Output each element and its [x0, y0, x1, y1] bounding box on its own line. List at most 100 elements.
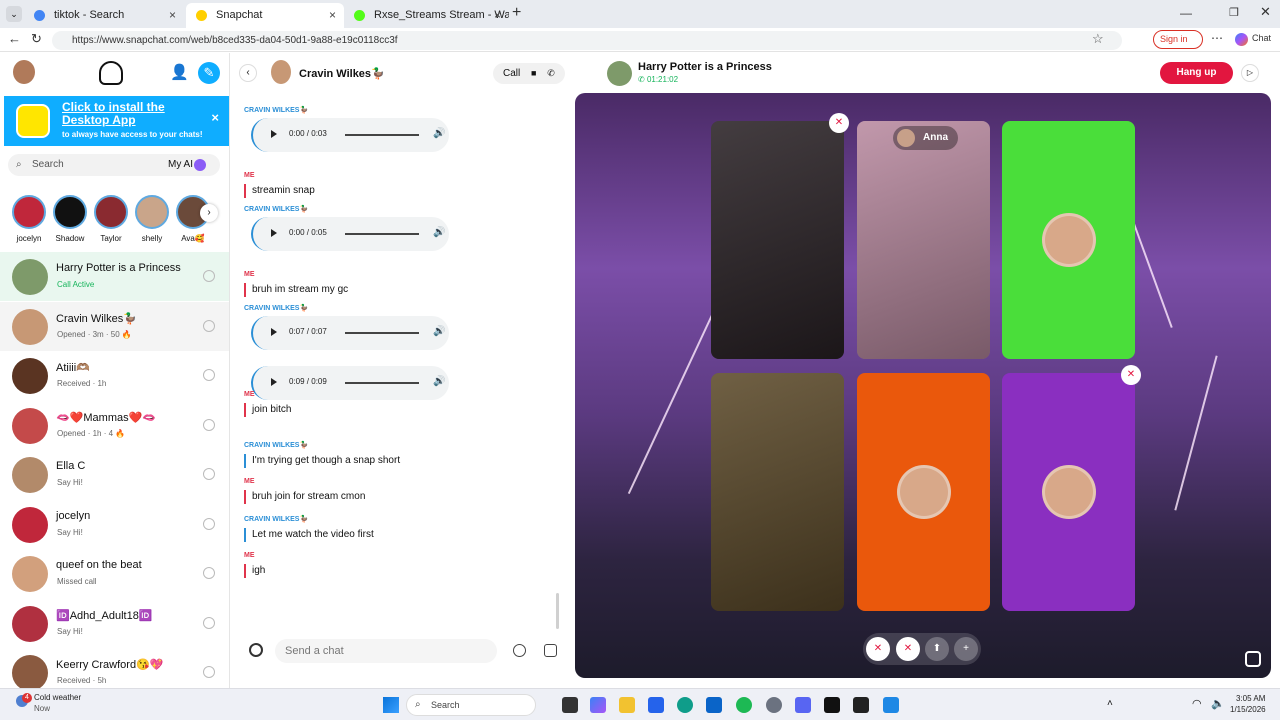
widgets-icon[interactable] — [562, 697, 578, 713]
copilot-taskbar-icon[interactable] — [590, 697, 606, 713]
copilot-chat-button[interactable]: Chat — [1252, 33, 1271, 43]
participant-avatar-tile[interactable] — [1002, 121, 1135, 359]
store-icon[interactable] — [648, 697, 664, 713]
conversation-row[interactable]: Ella C Say Hi! — [0, 450, 229, 499]
emoji-icon[interactable] — [513, 644, 526, 657]
install-app-banner[interactable]: Click to install the Desktop App to alwa… — [4, 96, 229, 146]
participant-avatar-tile[interactable] — [857, 373, 990, 611]
sign-in-button[interactable]: Sign in — [1153, 30, 1203, 49]
new-chat-button[interactable]: ✎ — [198, 62, 220, 84]
conversation-row[interactable]: 🆔Adhd_Adult18🆔 Say Hi! — [0, 599, 229, 648]
participant-video-tile[interactable] — [711, 121, 844, 359]
mic-off-button[interactable]: ✕ — [896, 637, 920, 661]
quick-snap-camera-icon[interactable] — [203, 567, 215, 579]
reload-icon[interactable]: ↻ — [31, 31, 42, 47]
audio-message[interactable]: 0:00 / 0:05 🔊 — [251, 217, 449, 251]
favorite-star-icon[interactable]: ☆ — [1092, 31, 1104, 47]
quick-snap-camera-icon[interactable] — [203, 468, 215, 480]
tab-close-icon[interactable]: × — [169, 3, 176, 28]
quick-snap-camera-icon[interactable] — [203, 319, 215, 332]
collapse-call-icon[interactable]: ▷ — [1241, 64, 1259, 82]
spotify-icon[interactable] — [736, 697, 752, 713]
tab-close-icon[interactable]: × — [494, 3, 501, 28]
conversation-row[interactable]: jocelyn Say Hi! — [0, 500, 229, 549]
chat-back-icon[interactable]: ‹ — [239, 64, 257, 82]
wifi-icon[interactable]: ◠ — [1192, 697, 1202, 710]
new-tab-button[interactable]: + — [512, 4, 521, 22]
fullscreen-icon[interactable] — [1245, 651, 1261, 667]
clock-date[interactable]: 1/15/2026 — [1230, 705, 1266, 714]
url-field[interactable]: https://www.snapchat.com/web/b8ced335-da… — [52, 31, 1122, 50]
story-item[interactable]: Taylor — [94, 195, 128, 243]
voice-call-icon[interactable]: ✆ — [547, 68, 555, 78]
tiktok-icon[interactable] — [824, 697, 840, 713]
back-icon[interactable]: ← — [8, 31, 21, 46]
install-app-link[interactable]: Click to install the Desktop App — [62, 101, 202, 127]
conversation-row[interactable]: Harry Potter is a Princess Call Active — [0, 252, 229, 301]
quick-snap-camera-icon[interactable] — [203, 418, 215, 431]
edge-icon[interactable] — [677, 697, 693, 713]
chat-input[interactable]: Send a chat — [275, 639, 497, 663]
my-ai-button[interactable]: My AI — [168, 154, 193, 176]
camera-icon[interactable] — [249, 643, 263, 657]
hang-up-button[interactable]: Hang up — [1160, 62, 1233, 84]
participant-video-tile[interactable] — [711, 373, 844, 611]
story-item[interactable]: Shadow — [53, 195, 87, 243]
browser-tab[interactable]: Snapchat × — [186, 3, 344, 28]
taskbar-search[interactable]: ⌕ Search — [406, 694, 536, 716]
search-input[interactable]: ⌕ Search My AI — [8, 154, 220, 176]
close-window-icon[interactable]: ✕ — [1260, 4, 1271, 20]
audio-play-icon[interactable] — [271, 328, 277, 336]
tab-list-button[interactable]: ⌄ — [6, 6, 22, 22]
discord-icon[interactable] — [795, 697, 811, 713]
audio-volume-icon[interactable]: 🔊 — [433, 128, 445, 139]
audio-progress-bar[interactable] — [345, 134, 419, 136]
participant-video-tile[interactable] — [857, 121, 990, 359]
video-call-icon[interactable]: ■ — [531, 68, 536, 78]
banner-close-icon[interactable]: × — [211, 110, 219, 125]
stories-next-icon[interactable]: › — [200, 204, 218, 222]
audio-volume-icon[interactable]: 🔊 — [433, 227, 445, 238]
conversation-row[interactable]: Atiiii🫶🏽 Received · 1h — [0, 351, 229, 400]
restore-icon[interactable]: ❐ — [1229, 6, 1239, 19]
add-participant-button[interactable]: + — [954, 637, 978, 661]
tray-chevron-icon[interactable]: ˄ — [1107, 698, 1113, 709]
audio-play-icon[interactable] — [271, 378, 277, 386]
quick-snap-camera-icon[interactable] — [203, 616, 215, 629]
app-icon[interactable] — [883, 697, 899, 713]
audio-message[interactable]: 0:07 / 0:07 🔊 — [251, 316, 449, 350]
add-friend-icon[interactable]: 👤 — [170, 63, 189, 81]
browser-menu-icon[interactable]: ⋯ — [1211, 31, 1223, 45]
settings-icon[interactable] — [766, 697, 782, 713]
participant-avatar-tile[interactable] — [1002, 373, 1135, 611]
audio-progress-bar[interactable] — [345, 332, 419, 334]
audio-play-icon[interactable] — [271, 130, 277, 138]
file-explorer-icon[interactable] — [619, 697, 635, 713]
audio-volume-icon[interactable]: 🔊 — [433, 376, 445, 387]
weather-widget[interactable]: 4 Cold weather Now — [12, 693, 112, 717]
tab-close-icon[interactable]: × — [329, 3, 336, 28]
browser-tab[interactable]: tiktok - Search × — [24, 3, 184, 28]
camera-off-button[interactable]: ✕ — [866, 637, 890, 661]
call-button[interactable]: Call ■ ✆ — [493, 63, 565, 84]
clock-time[interactable]: 3:05 AM — [1236, 694, 1265, 703]
app-icon[interactable] — [853, 697, 869, 713]
profile-avatar[interactable] — [13, 60, 35, 84]
conversation-row[interactable]: queef on the beat Missed call — [0, 549, 229, 598]
quick-snap-camera-icon[interactable] — [203, 666, 215, 678]
minimize-icon[interactable]: — — [1180, 6, 1192, 20]
start-button[interactable] — [383, 697, 399, 713]
sticker-icon[interactable] — [544, 644, 557, 657]
scrollbar-thumb[interactable] — [556, 593, 559, 629]
conversation-row[interactable]: 🫦❤️Mammas❤️🫦 Opened · 1h · 4 🔥 — [0, 401, 229, 450]
volume-icon[interactable]: 🔈 — [1211, 697, 1225, 710]
share-screen-button[interactable]: ⬆ — [925, 637, 949, 661]
quick-snap-camera-icon[interactable] — [203, 517, 215, 530]
quick-snap-camera-icon[interactable] — [203, 270, 215, 282]
audio-play-icon[interactable] — [271, 229, 277, 237]
story-item[interactable]: jocelyn — [12, 195, 46, 243]
audio-message[interactable]: 0:00 / 0:03 🔊 — [251, 118, 449, 152]
audio-progress-bar[interactable] — [345, 382, 419, 384]
audio-volume-icon[interactable]: 🔊 — [433, 326, 445, 337]
quick-snap-camera-icon[interactable] — [203, 369, 215, 381]
